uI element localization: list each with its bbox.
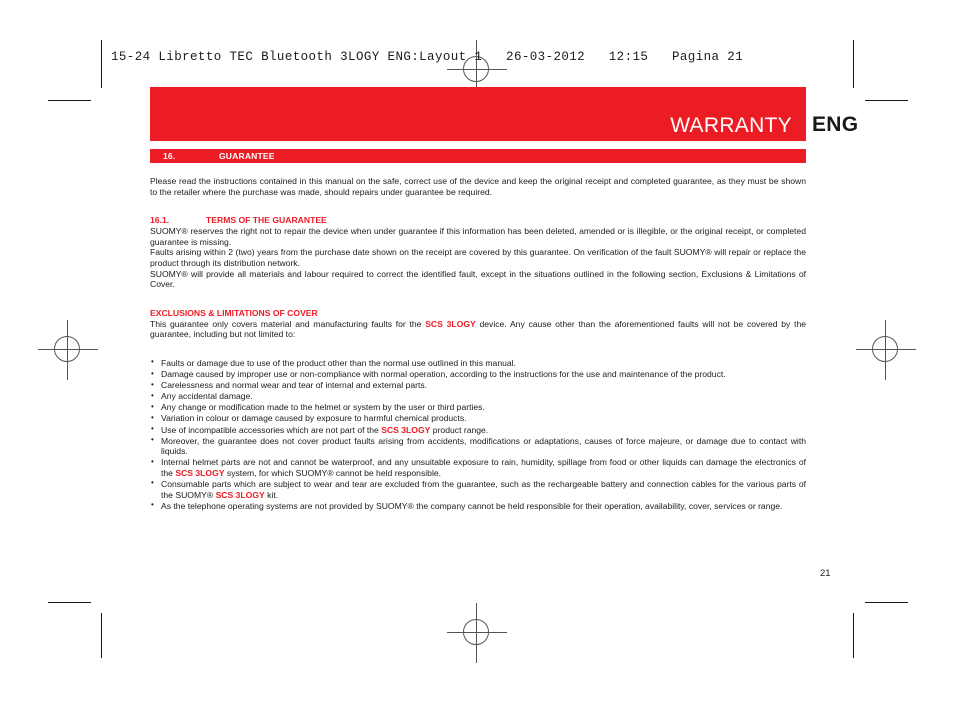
- crop-mark-bottom-right-vertical: [853, 613, 854, 658]
- list-item-text: Moreover, the guarantee does not cover p…: [161, 435, 806, 457]
- brand-name-scs-3logy: SCS 3LOGY: [175, 467, 225, 478]
- terms-paragraph-2: Faults arising within 2 (two) years from…: [150, 247, 806, 268]
- crop-mark-top-right-vertical: [853, 40, 854, 88]
- language-tag: ENG: [812, 113, 859, 136]
- list-item: Carelessness and normal wear and tear of…: [150, 380, 806, 391]
- section-number: 16.: [163, 151, 176, 161]
- list-item-text: Faults or damage due to use of the produ…: [161, 357, 516, 368]
- list-item-text: Damage caused by improper use or non-com…: [161, 369, 726, 380]
- list-item: Consumable parts which are subject to we…: [150, 478, 806, 500]
- list-item-text: Variation in colour or damage caused by …: [161, 413, 467, 424]
- intro-paragraph: Please read the instructions contained i…: [150, 176, 806, 197]
- list-item: As the telephone operating systems are n…: [150, 500, 806, 512]
- crop-mark-top-right-horizontal: [865, 100, 908, 101]
- list-item-text: Use of incompatible accessories which ar…: [161, 424, 382, 435]
- list-item: Any accidental damage.: [150, 391, 806, 402]
- exclusions-list: Faults or damage due to use of the produ…: [150, 357, 806, 512]
- page-title: WARRANTY: [670, 114, 792, 137]
- prepress-slug-line: 15-24 Libretto TEC Bluetooth 3LOGY ENG:L…: [111, 50, 744, 64]
- registration-mark-bottom-center: [447, 603, 507, 663]
- subsection-number: 16.1.: [150, 215, 170, 226]
- registration-mark-left: [38, 320, 98, 380]
- document-content: 16. GUARANTEE Please read the instructio…: [150, 149, 806, 512]
- crop-mark-top-left-vertical: [101, 40, 102, 88]
- list-item: Any change or modification made to the h…: [150, 402, 806, 413]
- brand-name-scs-3logy: SCS 3LOGY: [425, 318, 476, 329]
- registration-mark-circle: [872, 336, 898, 362]
- list-item-text: system, for which SUOMY® cannot be held …: [224, 467, 442, 478]
- list-item: Moreover, the guarantee does not cover p…: [150, 435, 806, 457]
- list-item: Internal helmet parts are not and cannot…: [150, 457, 806, 478]
- registration-mark-circle: [463, 619, 489, 645]
- list-item: Faults or damage due to use of the produ…: [150, 357, 806, 369]
- crop-mark-top-left-horizontal: [48, 100, 91, 101]
- exclusions-header: EXCLUSIONS & LIMITATIONS OF COVER: [150, 307, 318, 318]
- crop-mark-bottom-left-horizontal: [48, 602, 91, 603]
- brand-name-scs-3logy: SCS 3LOGY: [215, 489, 265, 500]
- page-number: 21: [820, 568, 831, 579]
- crop-mark-bottom-right-horizontal: [865, 602, 908, 603]
- list-item-text: kit.: [264, 489, 279, 500]
- list-item-text: Carelessness and normal wear and tear of…: [161, 380, 428, 391]
- terms-paragraph-1: SUOMY® reserves the right not to repair …: [150, 226, 806, 247]
- section-label: GUARANTEE: [219, 151, 275, 161]
- list-item-text: Any accidental damage.: [161, 391, 253, 402]
- brand-name-scs-3logy: SCS 3LOGY: [381, 424, 431, 435]
- crop-mark-bottom-left-vertical: [101, 613, 102, 658]
- exclusions-intro-text-1: This guarantee only covers material and …: [150, 318, 426, 329]
- exclusions-intro-paragraph: This guarantee only covers material and …: [150, 319, 806, 340]
- section-header-bar: 16. GUARANTEE: [150, 149, 806, 163]
- list-item-text: product range.: [430, 424, 489, 435]
- subsection-label: TERMS OF THE GUARANTEE: [206, 215, 327, 226]
- subsection-terms-header: 16.1. TERMS OF THE GUARANTEE: [150, 215, 806, 226]
- warranty-title-banner: WARRANTY: [150, 87, 806, 141]
- list-item: Variation in colour or damage caused by …: [150, 413, 806, 424]
- list-item: Damage caused by improper use or non-com…: [150, 369, 806, 380]
- registration-mark-circle: [54, 336, 80, 362]
- registration-mark-right: [856, 320, 916, 380]
- terms-paragraph-3: SUOMY® will provide all materials and la…: [150, 268, 806, 290]
- list-item-text: As the telephone operating systems are n…: [161, 500, 783, 511]
- list-item-text: Any change or modification made to the h…: [161, 402, 485, 413]
- list-item: Use of incompatible accessories which ar…: [150, 424, 806, 436]
